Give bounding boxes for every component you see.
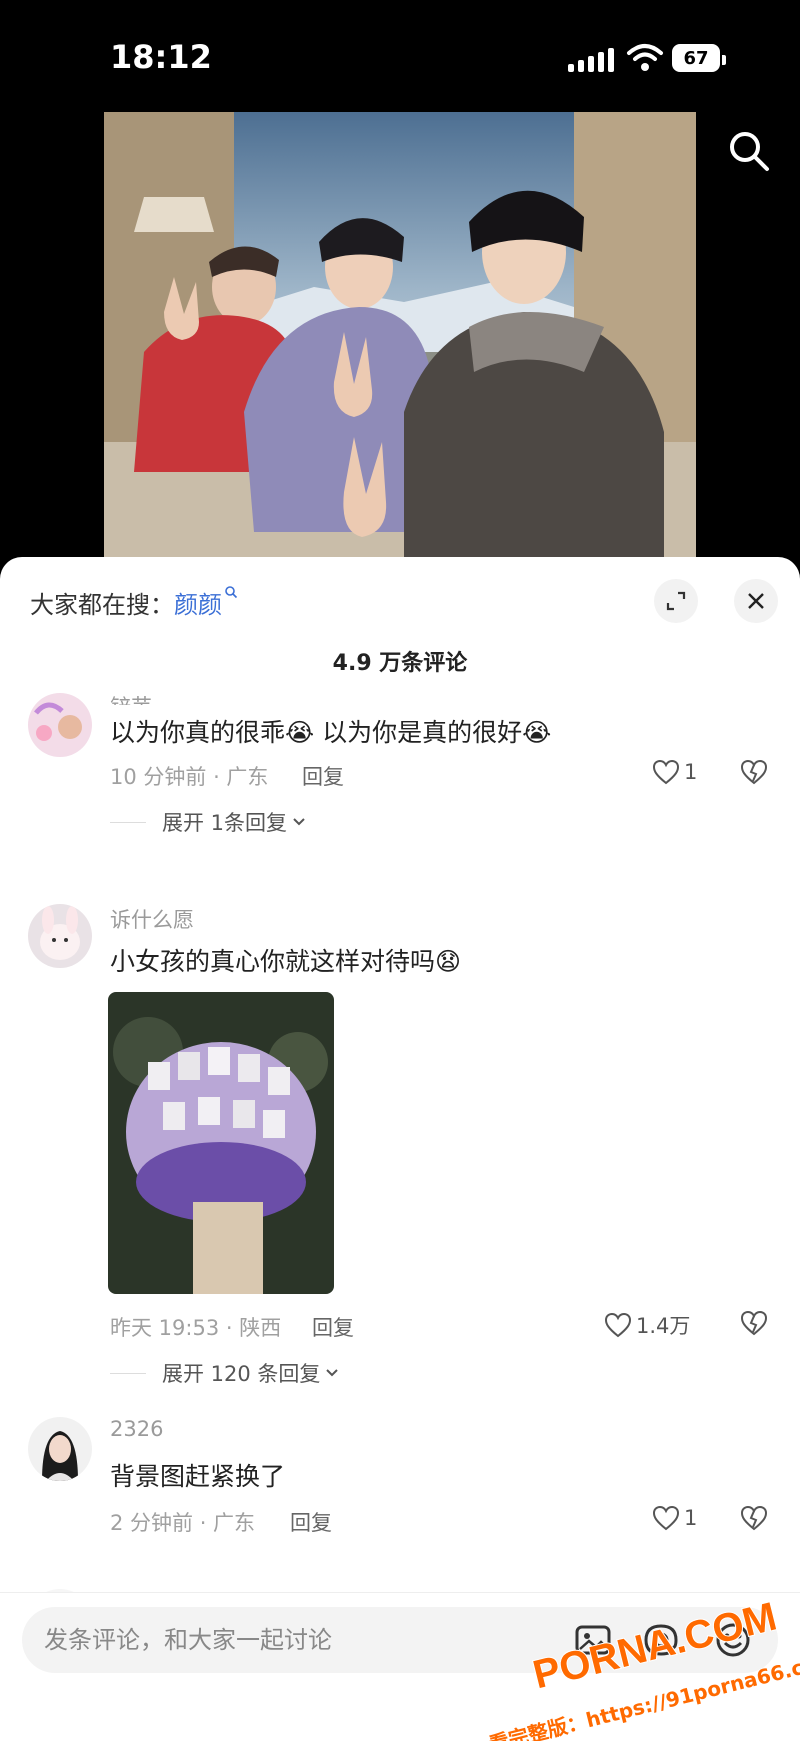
expand-replies-label: 展开 1条回复	[162, 811, 288, 835]
dislike-icon[interactable]	[740, 1310, 768, 1336]
like-count: 1.4万	[636, 1314, 691, 1338]
reply-button[interactable]: 回复	[312, 1312, 354, 1342]
like-count: 1	[684, 760, 698, 784]
heart-icon	[652, 1505, 680, 1531]
reply-button[interactable]: 回复	[302, 761, 344, 791]
search-icon[interactable]	[728, 130, 770, 172]
signal-icon	[568, 46, 614, 72]
avatar[interactable]	[28, 1417, 92, 1481]
comment-username[interactable]: 锌芋	[110, 691, 152, 705]
divider	[110, 821, 146, 823]
comment-meta: 2 分钟前 · 广东	[110, 1511, 256, 1535]
dislike-icon[interactable]	[740, 1505, 768, 1531]
comment-text: 背景图赶紧换了	[110, 1462, 286, 1491]
comment-username[interactable]: 诉什么愿	[110, 904, 194, 934]
comment-item: 2326 背景图赶紧换了 2 分钟前 · 广东 回复 1	[0, 1417, 800, 1567]
like-button[interactable]: 1.4万	[604, 1310, 690, 1340]
comment-meta: 昨天 19:53 · 陕西	[110, 1316, 282, 1340]
expand-icon	[666, 591, 686, 611]
fullscreen-button[interactable]	[654, 579, 698, 623]
watermark: PORNA.COM 看完整版：https://91porna66.com	[486, 1593, 800, 1741]
avatar[interactable]	[28, 693, 92, 757]
comment-item: 锌芋 以为你真的很乖😭 以为你是真的很好😭 10 分钟前 · 广东 回复 1 展…	[0, 693, 800, 847]
comment-sheet: 大家都在搜：颜颜 4.9 万条评论 锌芋 以为你真的很乖😭 以为你是真的很好😭 …	[0, 557, 800, 1741]
wifi-icon	[627, 44, 663, 71]
comment-image[interactable]	[108, 992, 334, 1294]
divider	[110, 1372, 146, 1374]
comment-count: 4.9 万条评论	[332, 651, 468, 676]
comment-item: 诉什么愿 小女孩的真心你就这样对待吗😧 昨天 19:53 · 陕西 回复 1.4…	[0, 892, 800, 1386]
video-player[interactable]	[104, 112, 696, 558]
chevron-down-icon	[326, 1369, 339, 1377]
trending-keyword[interactable]: 颜颜	[174, 591, 222, 619]
like-button[interactable]: 1	[652, 759, 697, 785]
battery-icon: 67	[672, 44, 726, 72]
close-icon	[748, 593, 764, 609]
expand-replies[interactable]: 展开 1条回复	[110, 807, 307, 837]
comment-username[interactable]: 2326	[110, 1417, 163, 1441]
chevron-down-icon	[293, 818, 305, 826]
status-bar: 18:12 67	[0, 0, 800, 110]
reply-button[interactable]: 回复	[290, 1507, 332, 1537]
expand-replies[interactable]: 展开 120 条回复	[110, 1358, 340, 1388]
trending-prefix: 大家都在搜：	[30, 591, 174, 619]
video-frame-image	[104, 112, 696, 558]
expand-replies-label: 展开 120 条回复	[162, 1362, 321, 1386]
heart-icon	[604, 1312, 632, 1338]
comment-meta: 10 分钟前 · 广东	[110, 765, 269, 789]
like-count: 1	[684, 1506, 698, 1530]
comment-text: 小女孩的真心你就这样对待吗😧	[110, 947, 462, 976]
close-button[interactable]	[734, 579, 778, 623]
avatar[interactable]	[28, 904, 92, 968]
status-time: 18:12	[110, 38, 212, 76]
like-button[interactable]: 1	[652, 1505, 697, 1531]
heart-icon	[652, 759, 680, 785]
dislike-icon[interactable]	[740, 759, 768, 785]
search-small-icon	[225, 586, 238, 599]
trending-search[interactable]: 大家都在搜：颜颜	[30, 585, 238, 620]
comment-text: 以为你真的很乖😭 以为你是真的很好😭	[110, 718, 552, 747]
